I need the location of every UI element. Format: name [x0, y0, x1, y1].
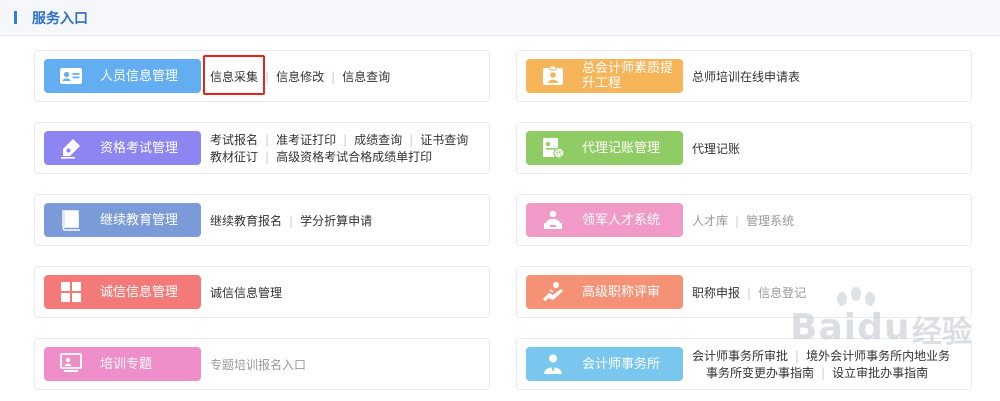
link-admission-print[interactable]: 准考证打印 — [276, 132, 336, 149]
senior-title-review-button[interactable]: 高级职称评审 — [526, 275, 683, 309]
continuing-education-button[interactable]: 继续教育管理 — [44, 203, 201, 237]
leader-icon — [544, 210, 562, 229]
link-chief-training-apply[interactable]: 总师培训在线申请表 — [692, 69, 800, 86]
link-setup-approval-guide[interactable]: 设立审批办事指南 — [832, 365, 928, 382]
link-info-modify[interactable]: 信息修改 — [276, 69, 324, 86]
card-accounting-firm: 会计师事务所 会计师事务所审批 | 境外会计师事务所内地业务 事务所变更办事指南 |… — [516, 338, 972, 390]
link-credit-conversion[interactable]: 学分折算申请 — [300, 213, 372, 230]
pen-icon — [61, 139, 80, 159]
link-ce-register[interactable]: 继续教育报名 — [210, 213, 282, 230]
card-agency-bookkeeping: 代 代理记账管理 代理记账 — [516, 122, 972, 174]
grid-icon — [61, 282, 81, 302]
card-chief-accountant: 总会计师素质提升工程 总师培训在线申请表 — [516, 50, 972, 102]
card-training-topics: 培训专题 专题培训报名入口 — [34, 338, 490, 390]
link-firm-approval[interactable]: 会计师事务所审批 — [692, 348, 788, 365]
link-cert-query[interactable]: 证书查询 — [420, 132, 468, 149]
person-icon — [544, 354, 562, 374]
link-score-query[interactable]: 成绩查询 — [354, 132, 402, 149]
card-personnel-info: 人员信息管理 信息采集 | 信息修改 | 信息查询 — [34, 50, 490, 102]
accounting-firm-links: 会计师事务所审批 | 境外会计师事务所内地业务 事务所变更办事指南 | 设立审批办事… — [692, 348, 951, 382]
integrity-info-links: 诚信信息管理 — [210, 275, 483, 311]
senior-title-review-links: 职称申报 | 信息登记 — [692, 285, 807, 302]
link-talent-pool[interactable]: 人才库 — [692, 213, 728, 230]
link-info-query[interactable]: 信息查询 — [342, 69, 390, 86]
card-exam-management: 资格考试管理 考试报名 | 准考证打印 | 成绩查询 | 证书查询 教材征订 | 高级资… — [34, 122, 490, 174]
senior-title-review-label: 高级职称评审 — [582, 284, 661, 300]
link-textbook-order[interactable]: 教材征订 — [210, 149, 258, 166]
link-info-register[interactable]: 信息登记 — [758, 285, 806, 302]
integrity-info-button[interactable]: 诚信信息管理 — [44, 275, 201, 309]
agency-bookkeeping-button[interactable]: 代 代理记账管理 — [526, 131, 683, 165]
card-integrity-info: 诚信信息管理 诚信信息管理 — [34, 266, 490, 318]
link-title-apply[interactable]: 职称申报 — [692, 285, 740, 302]
link-firm-change-guide[interactable]: 事务所变更办事指南 — [706, 365, 814, 382]
personnel-info-label: 人员信息管理 — [100, 68, 179, 84]
svg-text:代: 代 — [556, 149, 563, 158]
badge-icon — [543, 65, 563, 85]
handshake-icon — [543, 282, 563, 301]
chief-accountant-button[interactable]: 总会计师素质提升工程 — [526, 59, 683, 93]
accounting-firm-label: 会计师事务所 — [582, 356, 661, 372]
continuing-education-links: 继续教育报名 | 学分折算申请 — [210, 213, 373, 230]
exam-management-links: 考试报名 | 准考证打印 | 成绩查询 | 证书查询 教材征订 | 高级资格考试合格成绩… — [210, 132, 469, 166]
chief-accountant-label: 总会计师素质提升工程 — [582, 61, 674, 91]
book-icon — [62, 210, 80, 231]
agency-bookkeeping-label: 代理记账管理 — [582, 140, 661, 156]
leading-talent-label: 领军人才系统 — [582, 212, 661, 228]
section-title: 服务入口 — [32, 11, 88, 27]
integrity-info-label: 诚信信息管理 — [100, 284, 179, 300]
training-topics-button[interactable]: 培训专题 — [44, 347, 201, 381]
continuing-education-label: 继续教育管理 — [100, 212, 179, 228]
exam-management-label: 资格考试管理 — [100, 140, 179, 156]
agent-icon: 代 — [543, 138, 565, 159]
presentation-icon — [60, 353, 82, 372]
card-senior-title-review: 高级职称评审 职称申报 | 信息登记 — [516, 266, 972, 318]
exam-management-button[interactable]: 资格考试管理 — [44, 131, 201, 165]
id-card-icon — [60, 68, 82, 84]
accounting-firm-button[interactable]: 会计师事务所 — [526, 347, 683, 381]
link-topic-training-entry[interactable]: 专题培训报名入口 — [210, 357, 306, 374]
chief-accountant-links: 总师培训在线申请表 — [692, 59, 965, 95]
training-topics-links: 专题培训报名入口 — [210, 347, 483, 383]
personnel-info-button[interactable]: 人员信息管理 — [44, 59, 201, 93]
link-senior-score-print[interactable]: 高级资格考试合格成绩单打印 — [276, 149, 432, 166]
card-continuing-education: 继续教育管理 继续教育报名 | 学分折算申请 — [34, 194, 490, 246]
leading-talent-links: 人才库 | 管理系统 — [692, 213, 795, 230]
leading-talent-button[interactable]: 领军人才系统 — [526, 203, 683, 237]
training-topics-label: 培训专题 — [100, 356, 153, 372]
link-exam-register[interactable]: 考试报名 — [210, 132, 258, 149]
link-info-collect[interactable]: 信息采集 — [210, 69, 258, 86]
header-accent-bar — [14, 11, 17, 24]
card-leading-talent: 领军人才系统 人才库 | 管理系统 — [516, 194, 972, 246]
link-integrity-manage[interactable]: 诚信信息管理 — [210, 285, 282, 302]
link-foreign-firm-business[interactable]: 境外会计师事务所内地业务 — [806, 348, 950, 365]
link-management-system[interactable]: 管理系统 — [746, 213, 794, 230]
section-header: 服务入口 — [0, 0, 1000, 36]
personnel-info-links: 信息采集 | 信息修改 | 信息查询 — [210, 69, 391, 86]
agency-bookkeeping-links: 代理记账 — [692, 131, 965, 167]
link-agency-bookkeeping[interactable]: 代理记账 — [692, 141, 740, 158]
